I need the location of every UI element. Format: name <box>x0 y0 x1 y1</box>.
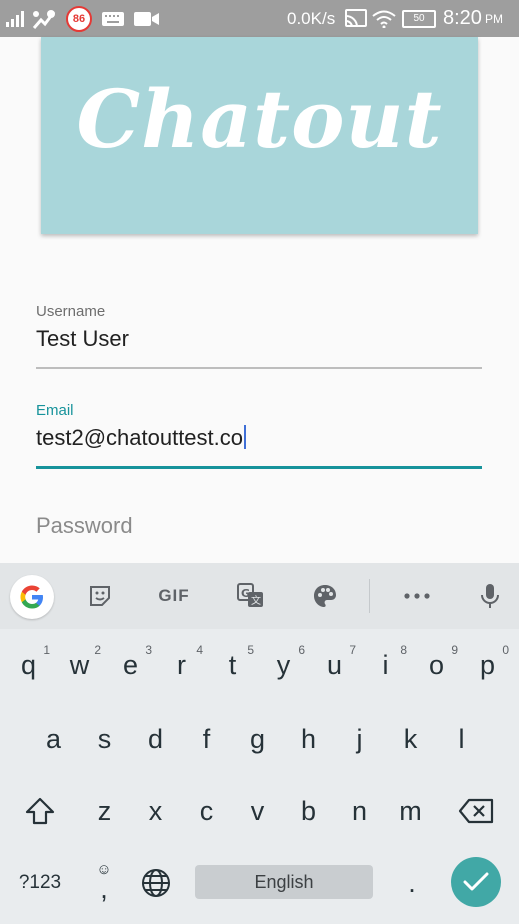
clock: 8:20 PM <box>443 0 503 37</box>
key-m[interactable]: m <box>385 781 436 841</box>
key-t[interactable]: t5 <box>207 635 258 695</box>
key-f[interactable]: f <box>181 709 232 769</box>
cast-icon <box>344 0 368 37</box>
key-b[interactable]: b <box>283 781 334 841</box>
status-bar: 86 0.0K/s 50 8:20 PM <box>0 0 519 37</box>
sticker-icon[interactable] <box>82 563 118 629</box>
logo-banner: Chatout <box>41 37 478 234</box>
gif-button[interactable]: GIF <box>153 563 195 629</box>
key-e[interactable]: e3 <box>105 635 156 695</box>
battery-level: 50 <box>402 9 436 28</box>
key-hint: 4 <box>196 643 203 657</box>
network-speed: 0.0K/s <box>287 8 336 28</box>
clock-time: 8:20 <box>443 7 482 29</box>
text-cursor <box>244 425 247 449</box>
key-s[interactable]: s <box>79 709 130 769</box>
clock-ampm: PM <box>484 11 503 26</box>
username-field[interactable]: Username Test User <box>36 303 482 370</box>
key-hint: 7 <box>349 643 356 657</box>
key-label: t <box>228 649 237 680</box>
key-a[interactable]: a <box>28 709 79 769</box>
key-hint: 5 <box>247 643 254 657</box>
key-label: i <box>382 649 389 680</box>
key-u[interactable]: u7 <box>309 635 360 695</box>
key-z[interactable]: z <box>79 781 130 841</box>
key-label: y <box>276 649 291 680</box>
video-icon <box>134 0 160 37</box>
keyboard-toolbar: GIF G文 <box>0 563 519 629</box>
key-label: r <box>177 649 186 680</box>
notification-badge-icon: 86 <box>66 0 92 37</box>
key-label: q <box>20 649 37 680</box>
keyboard: GIF G文 q1 w2 e3 r4 t5 y6 u7 i8 o9 p0 a s… <box>0 563 519 924</box>
key-label: e <box>122 649 139 680</box>
key-h[interactable]: h <box>283 709 334 769</box>
key-g[interactable]: g <box>232 709 283 769</box>
key-l[interactable]: l <box>436 709 487 769</box>
symbols-key[interactable]: ?123 <box>8 853 72 913</box>
enter-check-button[interactable] <box>451 857 501 907</box>
key-label: w <box>69 649 90 680</box>
palette-icon[interactable] <box>307 563 343 629</box>
username-underline <box>36 367 482 369</box>
key-hint: 0 <box>502 643 509 657</box>
check-icon <box>463 872 489 891</box>
more-icon[interactable] <box>399 563 435 629</box>
key-r[interactable]: r4 <box>156 635 207 695</box>
key-n[interactable]: n <box>334 781 385 841</box>
key-d[interactable]: d <box>130 709 181 769</box>
key-hint: 6 <box>298 643 305 657</box>
backspace-icon[interactable] <box>448 781 504 841</box>
password-field[interactable]: Password <box>36 513 482 543</box>
username-label: Username <box>36 303 106 320</box>
password-input[interactable]: Password <box>36 513 133 538</box>
comma-label: , <box>100 873 108 904</box>
key-v[interactable]: v <box>232 781 283 841</box>
email-input-wrap[interactable]: test2@chatouttest.co <box>36 425 482 451</box>
keyboard-icon <box>102 0 124 37</box>
notification-count: 86 <box>66 5 92 32</box>
globe-icon[interactable] <box>136 853 176 913</box>
wifi-icon <box>372 0 396 37</box>
toolbar-divider <box>369 579 370 613</box>
key-x[interactable]: x <box>130 781 181 841</box>
email-label: Email <box>36 402 74 419</box>
key-o[interactable]: o9 <box>411 635 462 695</box>
shift-icon[interactable] <box>12 781 68 841</box>
email-input[interactable]: test2@chatouttest.co <box>36 425 243 450</box>
key-i[interactable]: i8 <box>360 635 411 695</box>
username-input[interactable]: Test User <box>36 326 482 352</box>
email-underline <box>36 466 482 469</box>
key-label: o <box>428 649 445 680</box>
translate-icon[interactable]: G文 <box>233 563 269 629</box>
key-label: u <box>326 649 343 680</box>
key-label: p <box>479 649 496 680</box>
usb-debug-icon <box>31 0 57 37</box>
key-k[interactable]: k <box>385 709 436 769</box>
key-hint: 2 <box>94 643 101 657</box>
key-hint: 1 <box>43 643 50 657</box>
period-key[interactable]: . <box>392 853 432 913</box>
key-hint: 3 <box>145 643 152 657</box>
key-p[interactable]: p0 <box>462 635 513 695</box>
google-icon[interactable] <box>10 575 54 619</box>
mic-icon[interactable] <box>472 563 508 629</box>
key-y[interactable]: y6 <box>258 635 309 695</box>
key-hint: 8 <box>400 643 407 657</box>
key-c[interactable]: c <box>181 781 232 841</box>
svg-text:文: 文 <box>251 594 261 607</box>
key-w[interactable]: w2 <box>54 635 105 695</box>
key-j[interactable]: j <box>334 709 385 769</box>
key-q[interactable]: q1 <box>3 635 54 695</box>
battery-icon: 50 <box>402 0 436 37</box>
space-bar[interactable]: English <box>195 865 373 899</box>
key-hint: 9 <box>451 643 458 657</box>
emoji-comma-key[interactable]: ☺ , <box>84 853 124 913</box>
signal-icon <box>6 0 26 37</box>
app-logo: Chatout <box>76 71 443 166</box>
email-field[interactable]: Email test2@chatouttest.co <box>36 402 482 470</box>
